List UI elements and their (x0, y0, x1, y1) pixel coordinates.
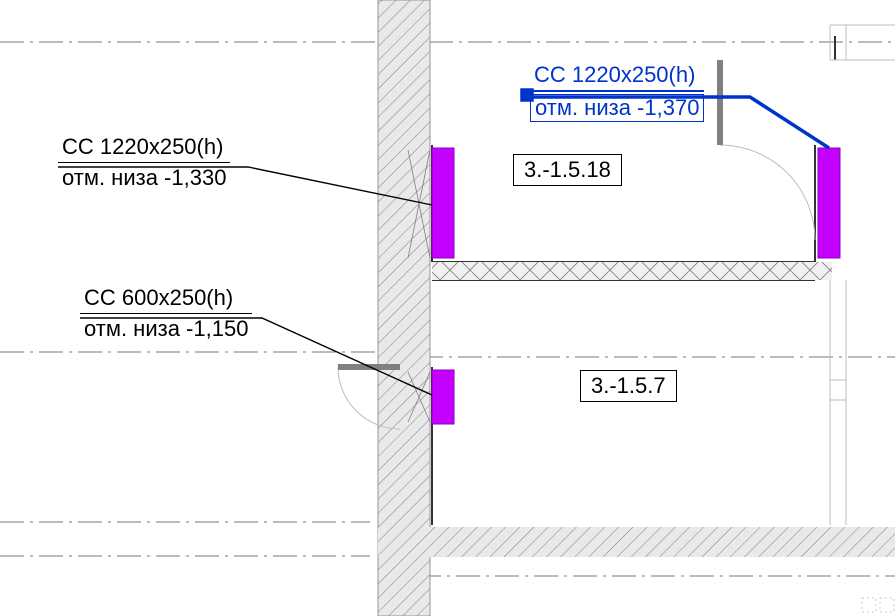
wall-bottom (378, 527, 895, 557)
annotation-cc-600[interactable]: CC 600x250(h) отм. низа -1,150 (80, 285, 252, 342)
opening-cc-1220-right (818, 148, 840, 258)
annotation-elev-text: отм. низа -1,330 (58, 165, 230, 191)
annotation-elev-text: отм. низа -1,370 (530, 94, 704, 122)
opening-cc-600 (432, 370, 454, 424)
column-vertical (378, 0, 430, 616)
leader-lines (58, 167, 432, 395)
annotation-size-text: CC 600x250(h) (80, 285, 252, 314)
misc-marks (862, 598, 894, 612)
room-tag-lower[interactable]: 3.-1.5.7 (580, 370, 677, 402)
annotation-cc-1220-left[interactable]: CC 1220x250(h) отм. низа -1,330 (58, 134, 230, 191)
partitions-right (830, 280, 846, 525)
annotation-size-text: CC 1220x250(h) (530, 62, 704, 92)
opening-cc-1220-left (432, 148, 454, 258)
annotation-cc-1220-right[interactable]: CC 1220x250(h) отм. низа -1,370 (530, 62, 704, 122)
annotation-size-text: CC 1220x250(h) (58, 134, 230, 163)
annotation-elev-text: отм. низа -1,150 (80, 316, 252, 342)
room-tag-upper[interactable]: 3.-1.5.18 (513, 154, 622, 186)
wall-horizontal (432, 262, 832, 280)
